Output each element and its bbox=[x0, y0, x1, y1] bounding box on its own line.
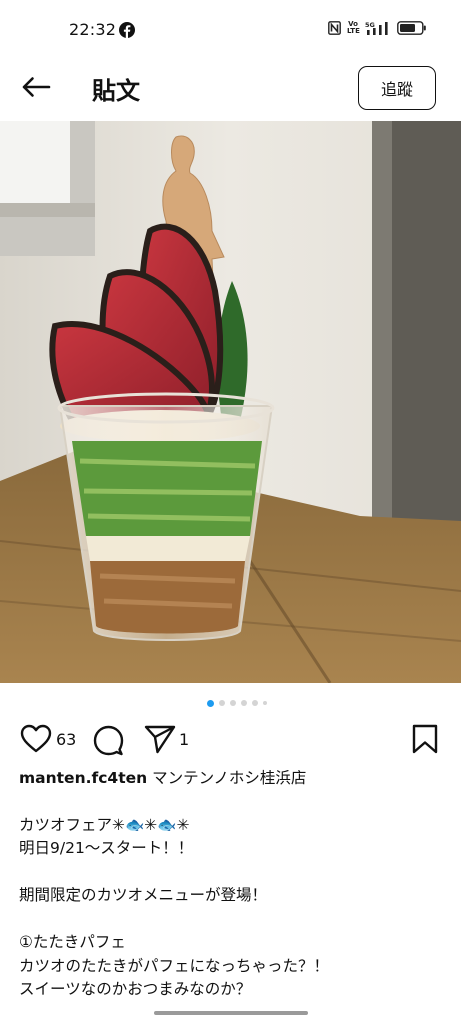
caption-line bbox=[19, 861, 449, 885]
system-status-icons: Vo LTE 5G bbox=[328, 21, 427, 35]
caption-line: スイーツなのかおつまみなのか？ bbox=[19, 980, 252, 998]
carousel-indicator bbox=[0, 698, 461, 708]
bookmark-icon bbox=[412, 724, 438, 754]
like-count: 63 bbox=[56, 730, 77, 749]
comment-icon bbox=[93, 725, 124, 756]
author-display-name: マンテンノホシ桂浜店 bbox=[152, 769, 307, 787]
arrow-left-icon bbox=[22, 77, 51, 97]
caption-line bbox=[19, 908, 449, 932]
author-handle[interactable]: manten.fc4ten bbox=[19, 769, 147, 787]
battery-icon bbox=[397, 21, 426, 35]
send-icon bbox=[144, 725, 176, 754]
author-line: manten.fc4ten マンテンノホシ桂浜店 bbox=[19, 767, 449, 791]
status-time: 22:32 bbox=[69, 20, 117, 39]
svg-text:5G: 5G bbox=[365, 21, 375, 29]
like-button[interactable] bbox=[20, 724, 52, 754]
volte-icon: Vo LTE bbox=[347, 20, 360, 35]
share-button[interactable] bbox=[144, 724, 176, 754]
caption-line: 期間限定のカツオメニューが登場！ bbox=[19, 886, 268, 904]
caption-line: カツオフェア✳︎🐟✳︎🐟✳︎ bbox=[19, 815, 190, 834]
post-caption: manten.fc4ten マンテンノホシ桂浜店 カツオフェア✳︎🐟✳︎🐟✳︎ … bbox=[19, 767, 449, 1002]
carousel-dot bbox=[240, 700, 247, 706]
caption-line: ①たたきパフェ bbox=[19, 933, 126, 951]
carousel-dot bbox=[262, 701, 267, 705]
carousel-dot bbox=[229, 700, 236, 706]
facebook-icon bbox=[119, 22, 135, 38]
post-header: 貼文 追蹤 bbox=[0, 62, 461, 118]
post-image[interactable] bbox=[0, 121, 461, 683]
save-button[interactable] bbox=[411, 724, 439, 754]
caption-line: カツオのたたきがパフェになっちゃった？！ bbox=[19, 956, 330, 975]
5g-signal-icon: 5G bbox=[365, 21, 388, 35]
status-bar: 22:32 Vo LTE 5G bbox=[0, 0, 461, 62]
post-photo bbox=[0, 121, 461, 683]
nfc-icon bbox=[328, 21, 341, 35]
home-indicator[interactable] bbox=[154, 1011, 308, 1015]
follow-button[interactable]: 追蹤 bbox=[358, 66, 436, 110]
post-action-bar: 63 1 bbox=[0, 722, 461, 758]
page-title: 貼文 bbox=[92, 77, 140, 105]
carousel-dot bbox=[251, 700, 258, 706]
share-count: 1 bbox=[179, 730, 190, 749]
back-button[interactable] bbox=[18, 72, 54, 102]
comment-button[interactable] bbox=[92, 724, 124, 756]
carousel-dot bbox=[218, 700, 225, 706]
carousel-dot-active bbox=[206, 699, 214, 707]
caption-line: 明日9/21〜スタート！！ bbox=[19, 839, 194, 857]
heart-icon bbox=[20, 724, 52, 753]
